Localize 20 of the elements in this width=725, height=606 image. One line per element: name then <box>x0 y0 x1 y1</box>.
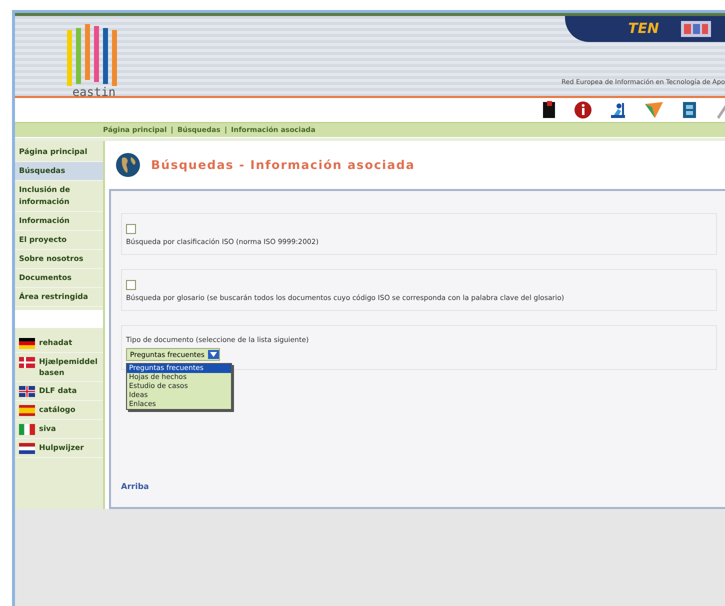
input-field[interactable] <box>15 310 103 328</box>
page-title: Búsquedas - Información asociada <box>151 158 415 172</box>
flag-icon <box>19 357 35 368</box>
flag-icon <box>19 405 35 416</box>
flag-icon <box>19 338 35 349</box>
checkbox[interactable] <box>126 280 136 290</box>
top-link[interactable]: Arriba <box>121 482 149 491</box>
flag-icon <box>19 386 35 397</box>
flag-icon <box>19 443 35 454</box>
logo-text: eastin <box>72 86 116 98</box>
badge-logo: TEN <box>628 21 659 37</box>
document-icon[interactable] <box>682 101 697 119</box>
checkbox[interactable] <box>126 224 136 234</box>
figure-icon[interactable] <box>610 101 626 119</box>
info-icon[interactable] <box>574 101 592 119</box>
dropdown-arrow-icon <box>208 350 219 359</box>
book-icon[interactable] <box>542 101 556 119</box>
flag-icon <box>19 424 35 435</box>
globe-icon <box>115 152 141 178</box>
kite-icon[interactable] <box>644 101 664 119</box>
